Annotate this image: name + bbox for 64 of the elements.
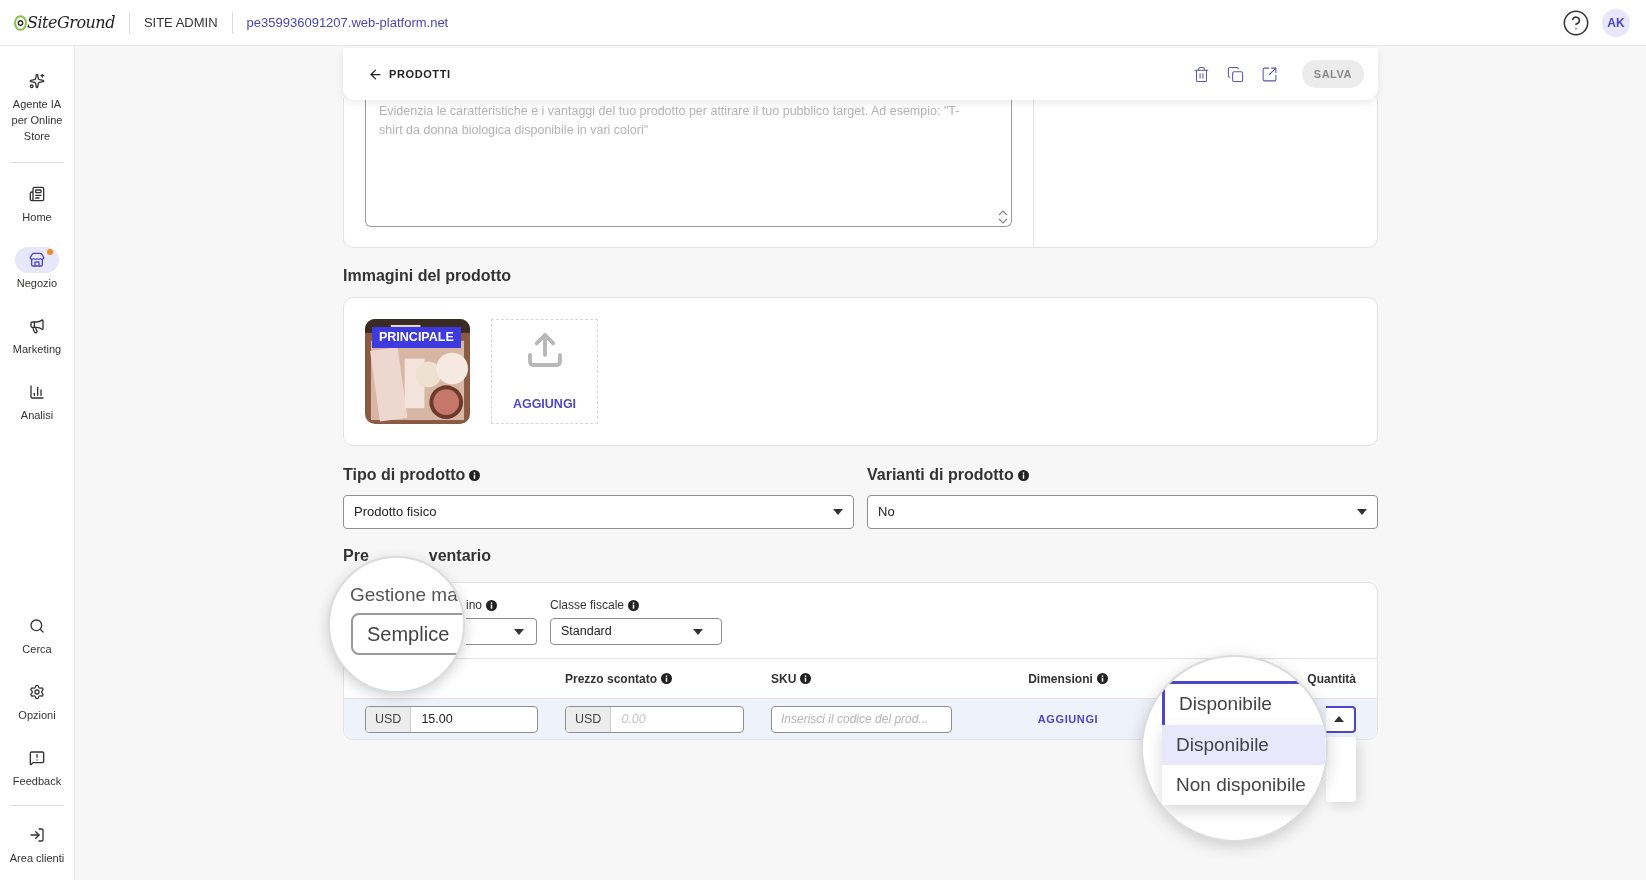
caret-icon xyxy=(514,628,524,635)
currency-label: USD xyxy=(366,706,412,732)
section-title: SITE ADMIN xyxy=(143,13,218,32)
variants-select[interactable]: No xyxy=(867,495,1378,529)
section-heading: Pre xyxy=(343,546,369,566)
info-icon xyxy=(628,599,640,611)
logo-icon xyxy=(14,14,27,31)
sidebar-item[interactable]: Negozio xyxy=(0,241,74,297)
caret-icon xyxy=(833,509,843,515)
sidebar-item[interactable]: Analisi xyxy=(0,373,74,429)
sidebar-item[interactable]: Feedback xyxy=(0,739,74,795)
help-icon[interactable] xyxy=(1562,8,1590,37)
settings-icon xyxy=(29,684,45,700)
bar-chart-icon xyxy=(29,384,45,400)
currency-label: USD xyxy=(566,706,612,732)
domain-link[interactable]: pe359936091207.web-platform.net xyxy=(246,12,449,33)
quantity-select[interactable] xyxy=(1326,705,1356,733)
stock-select[interactable] xyxy=(466,618,537,645)
add-dimensions-link[interactable]: AGGIUNGI xyxy=(1037,710,1099,728)
trash-icon[interactable] xyxy=(1192,65,1210,83)
column-header: Dimensioni xyxy=(1028,670,1093,688)
info-icon xyxy=(1017,469,1029,481)
search-icon xyxy=(29,618,45,634)
info-icon xyxy=(486,599,497,611)
sidebar-item[interactable]: Marketing xyxy=(0,307,74,363)
megaphone-icon xyxy=(29,318,45,334)
message-alert-icon xyxy=(29,750,45,766)
logo[interactable]: SiteGround xyxy=(27,10,115,35)
discount-price-field[interactable]: USD 0.00 xyxy=(565,705,744,733)
caret-icon xyxy=(1357,509,1367,515)
dropdown-option[interactable]: Disponibile xyxy=(1162,725,1326,765)
field-label: ino xyxy=(466,597,482,614)
dropdown-option[interactable]: Non disponibile xyxy=(1162,765,1326,805)
login-icon xyxy=(29,827,45,843)
back-link[interactable]: PRODOTTI xyxy=(368,65,451,83)
avatar[interactable]: AK xyxy=(1602,8,1630,37)
sidebar-item[interactable]: Cerca xyxy=(0,607,74,663)
sparkle-icon xyxy=(29,73,45,89)
add-image-button[interactable]: AGGIUNGI xyxy=(491,319,598,424)
tax-class-select[interactable]: Standard xyxy=(550,618,722,645)
section-heading: ventario xyxy=(428,546,492,566)
price-field[interactable]: USD 15.00 xyxy=(365,705,538,733)
field-label-zoomed: Gestione ma xyxy=(350,583,458,607)
field-label: Tipo di prodotto xyxy=(343,465,466,485)
sidebar-item[interactable]: Opzioni xyxy=(0,673,74,729)
copy-icon[interactable] xyxy=(1226,65,1244,83)
sidebar-item[interactable]: Area clienti xyxy=(0,816,74,872)
external-link-icon[interactable] xyxy=(1260,65,1278,83)
sidebar-item[interactable]: Agente IA per Online Store xyxy=(0,62,74,150)
primary-badge: PRINCIPALE xyxy=(372,327,461,348)
caret-icon xyxy=(693,628,703,635)
stock-select-zoomed: Semplice xyxy=(351,613,463,655)
caret-icon xyxy=(1334,716,1344,722)
field-label: Classe fiscale xyxy=(550,597,625,614)
newspaper-icon xyxy=(29,186,45,202)
resize-handle-icon xyxy=(998,210,1008,224)
column-header: SKU xyxy=(771,670,797,688)
field-label: Varianti di prodotto xyxy=(867,465,1014,485)
sidebar-item[interactable]: Home xyxy=(0,175,74,231)
info-icon xyxy=(469,469,481,481)
section-heading: Immagini del prodotto xyxy=(343,266,512,286)
store-icon xyxy=(29,252,45,268)
column-header: Prezzo scontato xyxy=(565,670,657,688)
product-type-select[interactable]: Prodotto fisico xyxy=(343,495,854,529)
